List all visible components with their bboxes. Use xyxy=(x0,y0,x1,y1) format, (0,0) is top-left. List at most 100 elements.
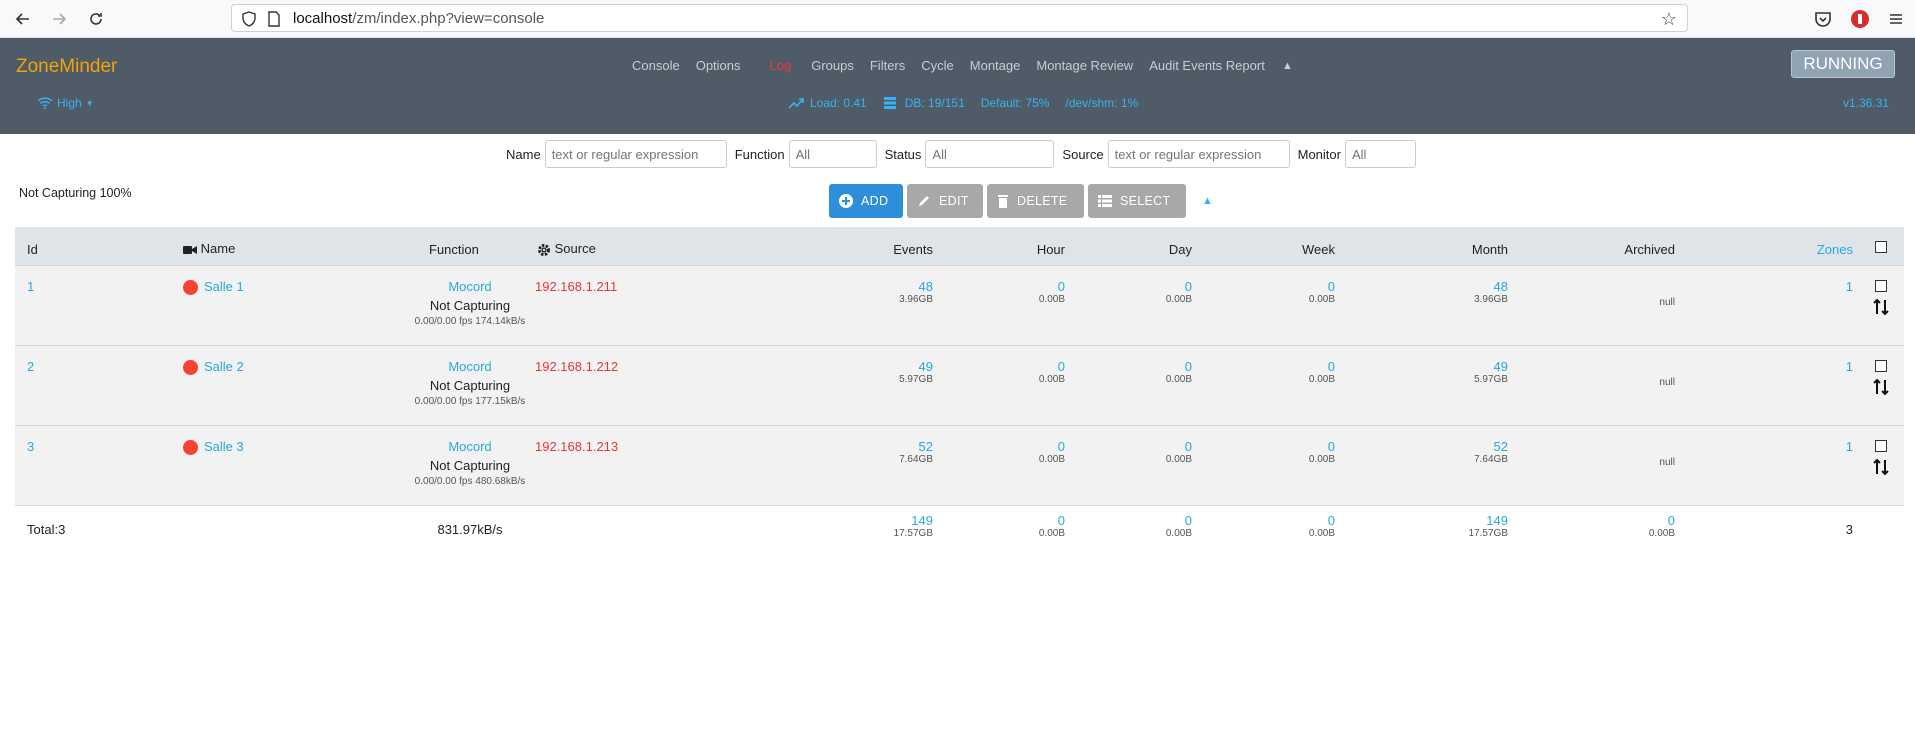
header-hour[interactable]: Hour xyxy=(995,242,1065,257)
events-count[interactable]: 52 xyxy=(855,439,933,454)
menu-groups[interactable]: Groups xyxy=(811,58,854,73)
archived-value: null xyxy=(1659,457,1675,468)
row-checkbox[interactable] xyxy=(1875,439,1887,455)
monitor-source[interactable]: 192.168.1.212 xyxy=(535,359,618,374)
capture-summary: Not Capturing 100% xyxy=(19,186,132,200)
header-events[interactable]: Events xyxy=(855,242,933,257)
week-count[interactable]: 0 xyxy=(1255,439,1335,454)
wifi-icon xyxy=(37,97,53,109)
name-filter-input[interactable] xyxy=(544,140,727,168)
header-name[interactable]: Name xyxy=(183,241,235,256)
brand-logo[interactable]: ZoneMinder xyxy=(16,56,117,78)
add-button[interactable]: ADD xyxy=(829,184,903,218)
source-filter-input[interactable] xyxy=(1107,140,1290,168)
total-hour[interactable]: 0 xyxy=(995,513,1065,528)
events-count[interactable]: 48 xyxy=(855,279,933,294)
extension-icon[interactable] xyxy=(1849,8,1871,30)
menu-console[interactable]: Console xyxy=(632,58,680,73)
pocket-icon[interactable] xyxy=(1812,8,1834,30)
gear-icon xyxy=(538,243,550,256)
header-source[interactable]: Source xyxy=(537,241,596,257)
header-id[interactable]: Id xyxy=(27,242,38,257)
hour-count[interactable]: 0 xyxy=(995,359,1065,374)
menu-log[interactable]: Log xyxy=(770,58,792,73)
row-checkbox[interactable] xyxy=(1875,359,1887,375)
hour-count[interactable]: 0 xyxy=(995,279,1065,294)
day-count[interactable]: 0 xyxy=(1115,359,1192,374)
day-count[interactable]: 0 xyxy=(1115,439,1192,454)
monitor-name[interactable]: Salle 3 xyxy=(183,439,244,456)
reload-icon[interactable] xyxy=(84,8,108,30)
sort-handle-icon[interactable] xyxy=(1873,458,1889,479)
total-day[interactable]: 0 xyxy=(1115,513,1192,528)
bookmark-star-icon[interactable]: ☆ xyxy=(1661,9,1677,30)
monitor-source[interactable]: 192.168.1.211 xyxy=(535,279,617,294)
monitor-name[interactable]: Salle 2 xyxy=(183,359,244,376)
chevron-up-icon[interactable]: ▲ xyxy=(1282,60,1293,72)
version-label[interactable]: v1.36.31 xyxy=(1843,96,1889,110)
monitor-id[interactable]: 2 xyxy=(27,359,34,374)
zones-count[interactable]: 1 xyxy=(1795,439,1853,454)
monitor-source[interactable]: 192.168.1.213 xyxy=(535,439,618,454)
status-filter-label: Status xyxy=(884,146,922,162)
total-bandwidth: 831.97kB/s xyxy=(437,522,503,537)
menu-options[interactable]: Options xyxy=(696,58,741,73)
running-state-button[interactable]: RUNNING xyxy=(1791,50,1895,78)
bandwidth-dropdown[interactable]: High ▼ xyxy=(37,96,94,110)
header-week[interactable]: Week xyxy=(1255,242,1335,257)
sort-handle-icon[interactable] xyxy=(1873,378,1889,399)
menu-montage-review[interactable]: Montage Review xyxy=(1036,58,1133,73)
zones-count[interactable]: 1 xyxy=(1795,279,1853,294)
menu-filters[interactable]: Filters xyxy=(870,58,905,73)
shield-icon[interactable] xyxy=(241,11,257,27)
total-month-size: 17.57GB xyxy=(1468,528,1508,539)
status-dot xyxy=(183,440,198,456)
total-month[interactable]: 149 xyxy=(1415,513,1508,528)
month-count[interactable]: 52 xyxy=(1415,439,1508,454)
row-checkbox[interactable] xyxy=(1875,279,1887,295)
select-button[interactable]: SELECT xyxy=(1088,184,1186,218)
zones-count[interactable]: 1 xyxy=(1795,359,1853,374)
edit-button[interactable]: EDIT xyxy=(907,184,983,218)
menu-montage[interactable]: Montage xyxy=(970,58,1021,73)
total-events[interactable]: 149 xyxy=(855,513,933,528)
week-count[interactable]: 0 xyxy=(1255,279,1335,294)
header-day[interactable]: Day xyxy=(1115,242,1192,257)
monitor-id[interactable]: 1 xyxy=(27,279,34,294)
header-archived[interactable]: Archived xyxy=(1595,242,1675,257)
total-zones: 3 xyxy=(1845,522,1853,537)
address-bar[interactable]: localhost/zm/index.php?view=console ☆ xyxy=(231,4,1688,32)
header-function[interactable]: Function xyxy=(429,242,479,257)
day-count[interactable]: 0 xyxy=(1115,279,1192,294)
source-filter-label: Source xyxy=(1062,146,1104,162)
system-status: Load: 0.41 DB: 19/151 Default: 75% /dev/… xyxy=(788,96,1154,110)
monitor-name[interactable]: Salle 1 xyxy=(183,279,244,296)
events-count[interactable]: 49 xyxy=(855,359,933,374)
menu-cycle[interactable]: Cycle xyxy=(921,58,954,73)
monitor-filter-select[interactable] xyxy=(1344,140,1416,168)
sort-handle-icon[interactable] xyxy=(1873,298,1889,319)
function-filter-select[interactable] xyxy=(788,140,877,168)
total-archived[interactable]: 0 xyxy=(1595,513,1675,528)
header-zones[interactable]: Zones xyxy=(1795,242,1853,257)
delete-button[interactable]: DELETE xyxy=(987,184,1084,218)
month-count[interactable]: 49 xyxy=(1415,359,1508,374)
events-size: 3.96GB xyxy=(899,294,933,305)
monitor-id[interactable]: 3 xyxy=(27,439,34,454)
menu-audit-events-report[interactable]: Audit Events Report xyxy=(1149,58,1265,73)
header-month[interactable]: Month xyxy=(1415,242,1508,257)
hour-count[interactable]: 0 xyxy=(995,439,1065,454)
month-count[interactable]: 48 xyxy=(1415,279,1508,294)
select-all-checkbox[interactable] xyxy=(1875,241,1887,256)
week-count[interactable]: 0 xyxy=(1255,359,1335,374)
status-filter-select[interactable] xyxy=(925,140,1055,168)
total-week[interactable]: 0 xyxy=(1255,513,1335,528)
total-archived-size: 0.00B xyxy=(1648,528,1675,539)
forward-icon[interactable] xyxy=(47,8,71,30)
hamburger-menu-icon[interactable] xyxy=(1885,8,1907,30)
back-icon[interactable] xyxy=(11,8,35,30)
monitor-table: Id Name Function Source Events Hour Day … xyxy=(15,227,1904,551)
table-row: 2 Salle 2 Mocord Not Capturing 0.00/0.00… xyxy=(15,345,1904,425)
day-size: 0.00B xyxy=(1165,294,1192,305)
collapse-chevron-icon[interactable]: ▲ xyxy=(1202,195,1213,207)
